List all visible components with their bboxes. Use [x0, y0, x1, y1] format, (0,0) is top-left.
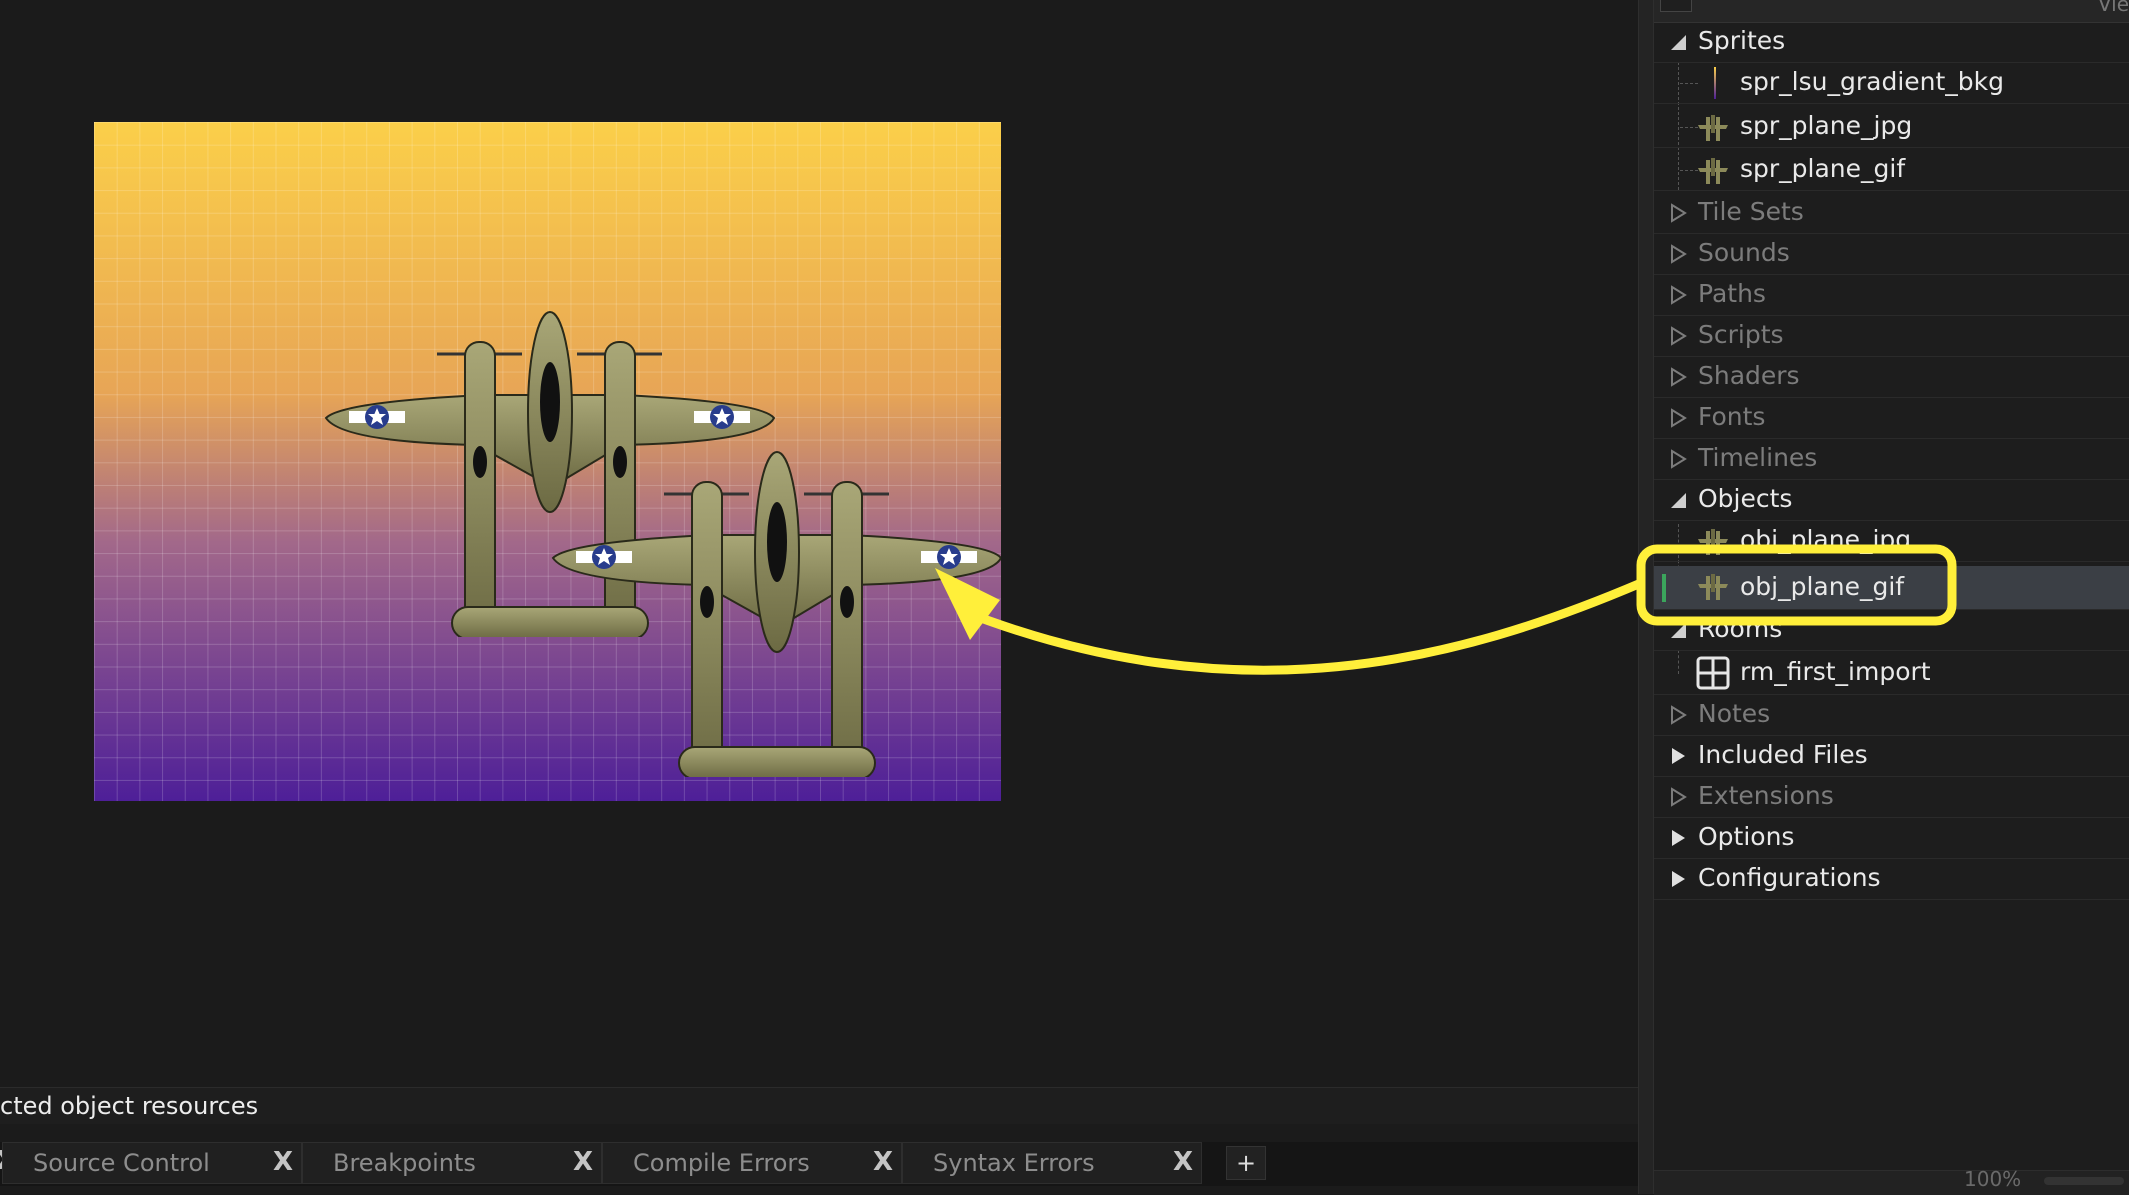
- tree-group-label: Notes: [1698, 699, 1771, 728]
- tree-group-label: Fonts: [1698, 402, 1766, 431]
- close-icon[interactable]: X: [273, 1147, 293, 1177]
- tree-item-rm-first-import[interactable]: rm_first_import: [1654, 651, 2129, 695]
- tree-group-label: Sounds: [1698, 238, 1790, 267]
- tree-item-spr-lsu-gradient-bkg[interactable]: spr_lsu_gradient_bkg: [1654, 63, 2129, 104]
- room-grid-icon: [1696, 656, 1730, 690]
- tree-group-label: Rooms: [1698, 614, 1783, 643]
- expand-arrow-icon[interactable]: [1668, 408, 1688, 428]
- tree-toolbar: Vie: [1654, 0, 2129, 23]
- expand-arrow-icon[interactable]: [1668, 367, 1688, 387]
- status-text: cted object resources: [0, 1092, 259, 1120]
- tree-item-label: spr_lsu_gradient_bkg: [1740, 67, 2005, 96]
- collapse-arrow-icon[interactable]: [1668, 490, 1688, 510]
- expand-arrow-icon[interactable]: [1668, 869, 1688, 889]
- tree-group-included-files[interactable]: Included Files: [1654, 736, 2129, 777]
- expand-arrow-icon[interactable]: [1668, 449, 1688, 469]
- tab-breakpoints[interactable]: Breakpoints X: [302, 1142, 602, 1184]
- tree-group-label: Timelines: [1698, 443, 1818, 472]
- sprite-plane-icon: [1698, 529, 1728, 555]
- tree-group-configurations[interactable]: Configurations: [1654, 859, 2129, 900]
- sprite-plane-icon: [1698, 158, 1728, 184]
- tree-group-label: Extensions: [1698, 781, 1834, 810]
- tab-label: Compile Errors: [633, 1149, 810, 1177]
- tree-group-label: Shaders: [1698, 361, 1800, 390]
- collapse-arrow-icon[interactable]: [1668, 620, 1688, 640]
- collapse-arrow-icon[interactable]: [1668, 32, 1688, 52]
- close-icon[interactable]: X: [573, 1147, 593, 1177]
- output-status-bar: cted object resources: [0, 1087, 1638, 1124]
- gradient-sprite-icon: [1714, 67, 1716, 99]
- tree-item-label: obj_plane_gif: [1740, 572, 1905, 601]
- expand-arrow-icon[interactable]: [1668, 203, 1688, 223]
- tree-item-spr-plane-gif[interactable]: spr_plane_gif: [1654, 150, 2129, 191]
- bottom-tab-bar: X Source Control X Breakpoints X Compile…: [0, 1142, 1638, 1186]
- tree-item-spr-plane-jpg[interactable]: spr_plane_jpg: [1654, 107, 2129, 148]
- zoom-slider[interactable]: [2044, 1177, 2124, 1185]
- room-canvas[interactable]: [94, 122, 1001, 801]
- view-menu-label[interactable]: Vie: [2098, 0, 2129, 16]
- tree-group-label: Included Files: [1698, 740, 1868, 769]
- tree-group-label: Paths: [1698, 279, 1766, 308]
- tree-group-label: Configurations: [1698, 863, 1881, 892]
- tree-group-timelines[interactable]: Timelines: [1654, 439, 2129, 480]
- tree-group-paths[interactable]: Paths: [1654, 275, 2129, 316]
- close-icon[interactable]: X: [1173, 1147, 1193, 1177]
- tree-group-label: Options: [1698, 822, 1795, 851]
- tree-item-label: spr_plane_gif: [1740, 154, 1906, 183]
- tab-label: Breakpoints: [333, 1149, 476, 1177]
- tab-label: Syntax Errors: [933, 1149, 1095, 1177]
- plane-instance-gif[interactable]: [549, 447, 1001, 777]
- tree-group-label: Tile Sets: [1698, 197, 1804, 226]
- tree-group-tile-sets[interactable]: Tile Sets: [1654, 193, 2129, 234]
- expand-arrow-icon[interactable]: [1668, 787, 1688, 807]
- tree-group-objects[interactable]: Objects: [1654, 480, 2129, 521]
- room-editor-workspace: cted object resources X Source Control X…: [0, 0, 1638, 1194]
- zoom-level: 100%: [1964, 1167, 2022, 1191]
- tab-label: Source Control: [33, 1149, 210, 1177]
- tree-group-label: Scripts: [1698, 320, 1784, 349]
- tree-item-label: obj_plane_jpg: [1740, 525, 1912, 554]
- tree-group-scripts[interactable]: Scripts: [1654, 316, 2129, 357]
- tree-group-label: Objects: [1698, 484, 1793, 513]
- tree-search-box[interactable]: [1660, 0, 1692, 12]
- sprite-plane-icon: [1698, 115, 1728, 141]
- tab-compile-errors[interactable]: Compile Errors X: [602, 1142, 902, 1184]
- resource-tree-panel: Vie Sprites spr_lsu_gradient_bkg spr_pla…: [1654, 0, 2129, 1195]
- tree-group-sprites[interactable]: Sprites: [1654, 22, 2129, 63]
- tree-group-shaders[interactable]: Shaders: [1654, 357, 2129, 398]
- selection-marker: [1662, 574, 1666, 602]
- tree-group-fonts[interactable]: Fonts: [1654, 398, 2129, 439]
- tree-footer: 100%: [1654, 1167, 2129, 1195]
- tree-item-obj-plane-jpg[interactable]: obj_plane_jpg: [1654, 521, 2129, 562]
- tree-group-rooms[interactable]: Rooms: [1654, 610, 2129, 651]
- expand-arrow-icon[interactable]: [1668, 244, 1688, 264]
- expand-arrow-icon[interactable]: [1668, 828, 1688, 848]
- tree-group-extensions[interactable]: Extensions: [1654, 777, 2129, 818]
- add-tab-button[interactable]: +: [1226, 1146, 1266, 1180]
- tree-branch-line: [1680, 83, 1698, 84]
- expand-arrow-icon[interactable]: [1668, 326, 1688, 346]
- expand-arrow-icon[interactable]: [1668, 746, 1688, 766]
- tree-group-sounds[interactable]: Sounds: [1654, 234, 2129, 275]
- expand-arrow-icon[interactable]: [1668, 285, 1688, 305]
- sprite-plane-icon: [1698, 574, 1728, 600]
- tab-source-control[interactable]: Source Control X: [2, 1142, 302, 1184]
- tree-item-obj-plane-gif[interactable]: obj_plane_gif: [1654, 566, 2129, 610]
- tree-item-label: spr_plane_jpg: [1740, 111, 1913, 140]
- close-icon[interactable]: X: [873, 1147, 893, 1177]
- tree-group-options[interactable]: Options: [1654, 818, 2129, 859]
- tree-group-label: Sprites: [1698, 26, 1786, 55]
- expand-arrow-icon[interactable]: [1668, 705, 1688, 725]
- tree-group-notes[interactable]: Notes: [1654, 695, 2129, 736]
- tab-syntax-errors[interactable]: Syntax Errors X: [902, 1142, 1202, 1184]
- tree-item-label: rm_first_import: [1740, 657, 1931, 686]
- panel-splitter[interactable]: [1638, 0, 1654, 1194]
